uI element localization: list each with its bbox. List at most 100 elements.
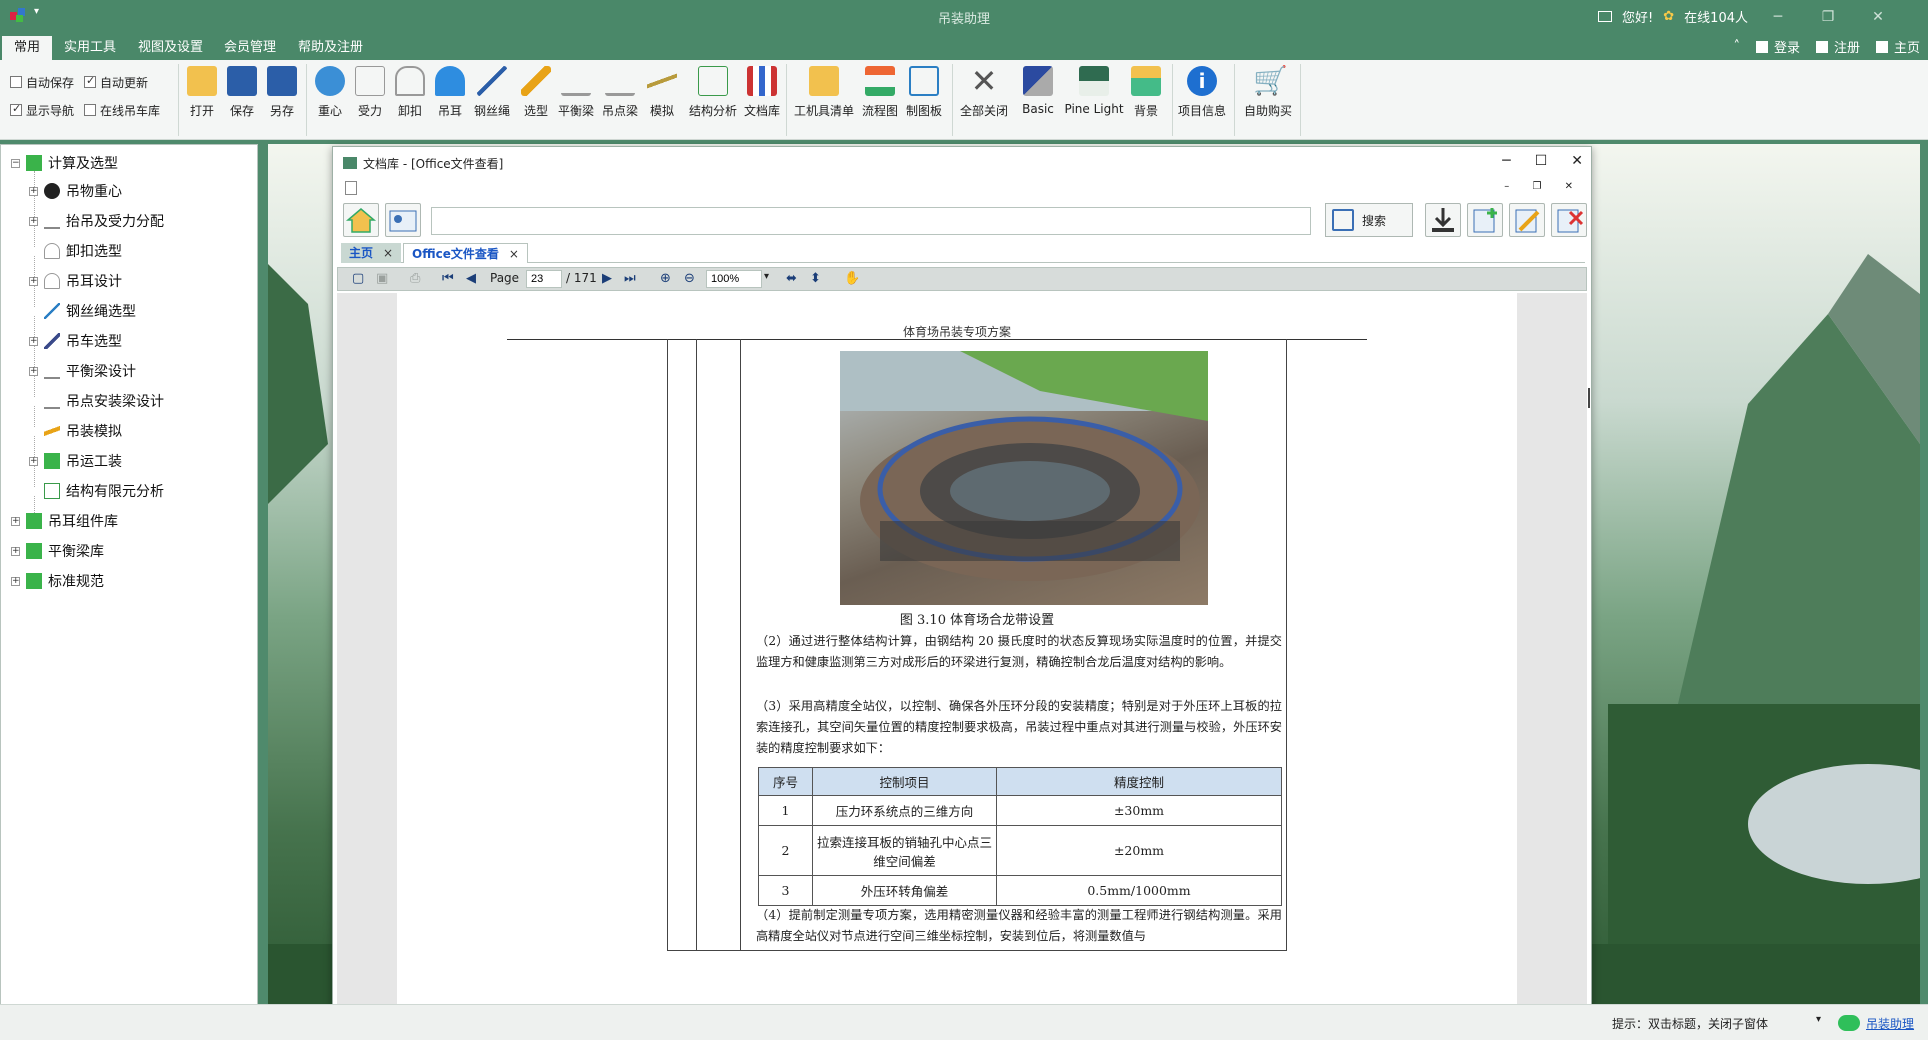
tree-node-lug[interactable]: + 吊耳设计 (29, 269, 122, 293)
close-all-button[interactable]: ✕ 全部关闭 (958, 65, 1010, 119)
fit-page-icon[interactable]: ⬍ (810, 271, 821, 286)
close-button[interactable]: ✕ (1858, 9, 1898, 25)
show-nav-checkbox[interactable]: 显示导航 (10, 102, 74, 119)
zoom-in-icon[interactable]: ⊕ (660, 271, 671, 286)
document-viewer[interactable]: 体育场吊装专项方案 图 3.10 体育场合龙带设置 （2）通过进行整体结构计算，… (337, 293, 1587, 1005)
save-button[interactable]: 保存 (220, 66, 264, 119)
online-crane-library-checkbox[interactable]: 在线吊车库 (84, 102, 160, 119)
zoom-dropdown-icon[interactable]: ▾ (764, 271, 769, 282)
search-button[interactable]: 搜索 (1325, 203, 1413, 237)
doc-minimize-button[interactable]: ─ (1502, 153, 1510, 169)
doc-search-input[interactable] (431, 207, 1311, 235)
status-toggle[interactable] (1838, 1015, 1860, 1031)
last-page-icon[interactable]: ⏭ (624, 271, 636, 286)
close-tab-icon[interactable]: × (509, 244, 519, 263)
tab-help-register[interactable]: 帮助及注册 (286, 36, 375, 60)
center-of-gravity-button[interactable]: 重心 (308, 66, 352, 119)
tree-node-cg[interactable]: + 吊物重心 (29, 179, 122, 203)
tree-node-calc-selection[interactable]: − 计算及选型 (11, 151, 118, 175)
theme-basic-button[interactable]: Basic (1016, 66, 1060, 116)
page-number-input[interactable] (526, 270, 562, 288)
shackle-button[interactable]: 卸扣 (388, 66, 432, 119)
tab-office-viewer[interactable]: Office文件查看 × (403, 243, 528, 263)
status-dropdown-icon[interactable]: ▾ (1816, 1014, 1821, 1025)
tree-node-spreader-library[interactable]: + 平衡梁库 (11, 539, 104, 563)
flowchart-button[interactable]: 流程图 (858, 66, 902, 119)
expand-icon[interactable]: + (11, 576, 20, 586)
spreader-beam-button[interactable]: 平衡梁 (554, 66, 598, 119)
prev-page-icon[interactable]: ◀ (466, 271, 476, 286)
tab-view-settings[interactable]: 视图及设置 (126, 36, 215, 60)
tab-home[interactable]: 主页 × (341, 243, 402, 263)
open-file-icon[interactable]: ▢ (352, 271, 364, 286)
delete-document-button[interactable] (1551, 203, 1587, 237)
maximize-button[interactable]: ❐ (1808, 9, 1848, 25)
document-library-button[interactable]: 文档库 (740, 66, 784, 119)
tree-node-wire-rope[interactable]: 钢丝绳选型 (29, 299, 136, 323)
doc-maximize-button[interactable]: ☐ (1535, 153, 1548, 169)
home-page-button[interactable] (343, 203, 379, 237)
tree-node-lifting-beam[interactable]: 吊点安装梁设计 (29, 389, 164, 413)
tree-node-standards[interactable]: + 标准规范 (11, 569, 104, 593)
user-doc-button[interactable] (385, 203, 421, 237)
auto-update-checkbox[interactable]: 自动更新 (84, 74, 148, 91)
collapse-ribbon-icon[interactable]: ˄ (1733, 39, 1740, 54)
close-tab-icon[interactable]: × (383, 243, 393, 263)
self-purchase-button[interactable]: 🛒 自助购买 (1240, 66, 1296, 119)
expand-icon[interactable]: + (29, 456, 38, 466)
tree-node-shackle[interactable]: 卸扣选型 (29, 239, 122, 263)
expand-icon[interactable]: + (29, 336, 38, 346)
tab-common[interactable]: 常用 (2, 36, 53, 60)
first-page-icon[interactable]: ⏮ (442, 271, 454, 286)
wire-rope-button[interactable]: 钢丝绳 (470, 66, 514, 119)
drawing-board-button[interactable]: 制图板 (902, 66, 946, 119)
zoom-select[interactable] (706, 270, 762, 288)
tab-member[interactable]: 会员管理 (212, 36, 288, 60)
edit-document-button[interactable] (1509, 203, 1545, 237)
expand-icon[interactable]: + (29, 366, 38, 376)
lifting-lug-button[interactable]: 吊耳 (428, 66, 472, 119)
tree-node-simulation[interactable]: 吊装模拟 (29, 419, 122, 443)
import-button[interactable] (1425, 203, 1461, 237)
background-button[interactable]: 背景 (1124, 66, 1168, 119)
expand-icon[interactable]: + (29, 276, 38, 286)
next-page-icon[interactable]: ▶ (602, 271, 612, 286)
save-as-button[interactable]: 另存 (260, 66, 304, 119)
tree-node-tooling[interactable]: + 吊运工装 (29, 449, 122, 473)
collapse-icon[interactable]: − (11, 158, 20, 168)
expand-icon[interactable]: + (11, 516, 20, 526)
home-link[interactable]: 主页 (1894, 37, 1920, 56)
tree-node-tandem-lift[interactable]: + 抬吊及受力分配 (29, 209, 164, 233)
open-button[interactable]: 打开 (180, 66, 224, 119)
add-document-button[interactable] (1467, 203, 1503, 237)
tree-node-crane[interactable]: + 吊车选型 (29, 329, 122, 353)
expand-icon[interactable]: + (11, 546, 20, 556)
structure-analysis-button[interactable]: 结构分析 (686, 66, 740, 119)
simulation-button[interactable]: 模拟 (640, 66, 684, 119)
status-app-link[interactable]: 吊装助理 (1866, 1015, 1914, 1032)
zoom-out-icon[interactable]: ⊖ (684, 271, 695, 286)
lifting-point-beam-button[interactable]: 吊点梁 (598, 66, 642, 119)
minimize-button[interactable]: ─ (1758, 9, 1798, 25)
login-link[interactable]: 登录 (1774, 37, 1800, 56)
tree-node-lug-library[interactable]: + 吊耳组件库 (11, 509, 118, 533)
viewer-scrollbar-thumb[interactable] (1588, 388, 1590, 408)
theme-pine-light-button[interactable]: Pine Light (1064, 66, 1124, 116)
auto-save-checkbox[interactable]: 自动保存 (10, 74, 74, 91)
tool-list-button[interactable]: 工机具清单 (794, 66, 854, 119)
selection-button[interactable]: 选型 (514, 66, 558, 119)
pan-hand-icon[interactable]: ✋ (844, 271, 860, 286)
expand-icon[interactable]: + (29, 216, 38, 226)
tree-node-spreader[interactable]: + 平衡梁设计 (29, 359, 136, 383)
expand-icon[interactable]: + (29, 186, 38, 196)
tree-node-fea[interactable]: 结构有限元分析 (29, 479, 164, 503)
project-info-button[interactable]: i 项目信息 (1174, 66, 1230, 119)
tab-tools[interactable]: 实用工具 (52, 36, 128, 60)
force-button[interactable]: 受力 (348, 66, 392, 119)
register-link[interactable]: 注册 (1834, 37, 1860, 56)
background-label: 背景 (1133, 104, 1158, 118)
mdi-controls[interactable]: – ❐ ✕ (1504, 181, 1583, 192)
fit-width-icon[interactable]: ⬌ (786, 271, 797, 286)
tree-node-label: 吊点安装梁设计 (66, 394, 164, 410)
doc-close-button[interactable]: ✕ (1571, 153, 1583, 169)
